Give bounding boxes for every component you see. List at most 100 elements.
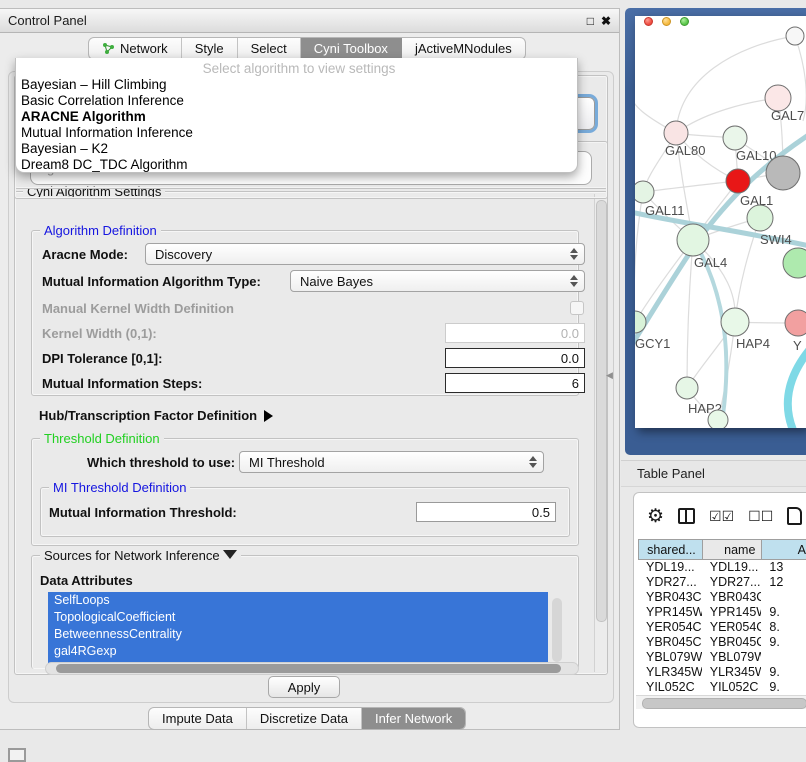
network-node-hap2[interactable] [676, 377, 698, 399]
network-node-gal80[interactable] [664, 121, 688, 145]
attribute-list-item[interactable]: BetweennessCentrality [48, 626, 548, 643]
cyni-bottom-tabs: Impute DataDiscretize DataInfer Network [148, 707, 466, 730]
table-row[interactable]: YDR27...YDR27...12 [638, 575, 806, 590]
bottom-tab-discretize-data[interactable]: Discretize Data [247, 708, 362, 729]
mi-threshold-group: MI Threshold Definition Mutual Informati… [40, 487, 570, 537]
mi-type-combobox[interactable]: Naive Bayes [290, 270, 585, 292]
apply-button[interactable]: Apply [268, 676, 340, 698]
network-node-y[interactable] [785, 310, 806, 336]
hub-definition-toggle[interactable]: Hub/Transcription Factor Definition [39, 408, 273, 423]
table-row[interactable]: YDL19...YDL19...13 [638, 560, 806, 575]
settings-vertical-scrollbar[interactable] [594, 194, 607, 672]
tab-jactivemnodules[interactable]: jActiveMNodules [402, 38, 525, 59]
mi-steps-field[interactable] [445, 373, 585, 393]
list-vertical-scrollbar[interactable] [552, 598, 562, 662]
select-all-checkboxes-icon[interactable]: ☑☑ [709, 508, 734, 525]
close-window-icon[interactable] [644, 17, 653, 26]
node-label: GAL11 [645, 203, 685, 218]
sources-group-title[interactable]: Sources for Network Inference [40, 548, 241, 563]
node-label: GAL7 [771, 108, 804, 123]
settings-horizontal-scrollbar[interactable] [45, 662, 579, 675]
column-header[interactable]: name [702, 539, 762, 560]
algorithm-dropdown-popup: Select algorithm to view settings Bayesi… [15, 58, 578, 173]
table-horizontal-scrollbar[interactable] [636, 695, 806, 709]
network-node[interactable] [786, 27, 804, 45]
network-node[interactable] [783, 248, 806, 278]
node-label: SWI4 [760, 232, 792, 247]
table-row[interactable]: YER054CYER054C8. [638, 620, 806, 635]
network-graph[interactable]: GAL7GAL80GAL10GAL1GAL11SWI4GAL4GCY1HAP4Y… [635, 16, 806, 428]
network-node[interactable] [766, 156, 800, 190]
table-row[interactable]: YBL079WYBL079W [638, 650, 806, 665]
tab-network[interactable]: Network [89, 38, 182, 59]
bottom-tab-infer-network[interactable]: Infer Network [362, 708, 465, 729]
network-node-gal4[interactable] [677, 224, 709, 256]
table-cell [761, 650, 806, 665]
data-attributes-list[interactable]: SelfLoopsTopologicalCoefficientBetweenne… [48, 592, 548, 669]
dropdown-item[interactable]: Bayesian – K2 [16, 141, 577, 157]
panel-splitter-arrow[interactable]: ◀ [606, 370, 613, 381]
network-canvas[interactable]: GAL7GAL80GAL10GAL1GAL11SWI4GAL4GCY1HAP4Y… [635, 16, 806, 428]
dropdown-item[interactable]: ARACNE Algorithm [16, 109, 577, 125]
document-icon[interactable] [787, 507, 802, 525]
kernel-width-field[interactable] [445, 323, 585, 343]
dpi-tolerance-field[interactable] [445, 348, 585, 368]
table-row[interactable]: YIL052CYIL052C9. [638, 680, 806, 695]
expand-right-icon [264, 410, 273, 422]
which-threshold-combobox[interactable]: MI Threshold [239, 451, 544, 473]
table-cell [761, 590, 806, 605]
mi-steps-label: Mutual Information Steps: [42, 376, 202, 391]
float-panel-icon[interactable]: □ [587, 15, 594, 27]
node-label: GAL80 [665, 143, 705, 158]
vertical-scroll-thumb[interactable] [596, 200, 607, 622]
table-row[interactable]: YBR043CYBR043C [638, 590, 806, 605]
column-header[interactable]: A [761, 539, 806, 560]
network-node[interactable] [708, 410, 728, 428]
attribute-list-item[interactable]: SelfLoops [48, 592, 548, 609]
table-cell: YBL079W [638, 650, 702, 665]
manual-kernel-checkbox[interactable] [570, 301, 584, 315]
tab-style[interactable]: Style [182, 38, 238, 59]
dropdown-item[interactable]: Mutual Information Inference [16, 125, 577, 141]
dropdown-item[interactable]: Bayesian – Hill Climbing [16, 77, 577, 93]
table-row[interactable]: YLR345WYLR345W9. [638, 665, 806, 680]
aracne-mode-combobox[interactable]: Discovery [145, 243, 585, 265]
minimize-window-icon[interactable] [662, 17, 671, 26]
floating-panel-icon[interactable] [8, 748, 26, 762]
mi-threshold-group-title: MI Threshold Definition [49, 480, 190, 495]
column-header[interactable]: shared... [638, 539, 702, 560]
deselect-all-checkboxes-icon[interactable]: ☐☐ [748, 508, 773, 525]
attribute-list-item[interactable]: gal4RGexp [48, 643, 548, 660]
table-row[interactable]: YBR045CYBR045C9. [638, 635, 806, 650]
control-panel-window: Control Panel □ ✖ NetworkStyleSelectCyni… [0, 8, 620, 730]
network-node-gal1[interactable] [726, 169, 750, 193]
gear-icon[interactable]: ⚙ [647, 507, 664, 526]
threshold-definition-group: Threshold Definition Which threshold to … [31, 438, 579, 546]
close-panel-icon[interactable]: ✖ [601, 15, 611, 27]
table-cell: YBR045C [702, 635, 762, 650]
bottom-tab-impute-data[interactable]: Impute Data [149, 708, 247, 729]
mi-threshold-field[interactable] [416, 502, 556, 522]
network-node-gal11[interactable] [635, 181, 654, 203]
horizontal-scroll-thumb[interactable] [56, 664, 561, 673]
tab-cyni-toolbox[interactable]: Cyni Toolbox [301, 38, 402, 59]
table-cell: YPR145W [702, 605, 762, 620]
table-cell: YDL19... [638, 560, 702, 575]
network-node-gcy1[interactable] [635, 311, 646, 333]
algorithm-definition-group: Algorithm Definition Aracne Mode: Discov… [31, 230, 579, 396]
table-cell: YDR27... [638, 575, 702, 590]
table-toolbar: ⚙ ☑☑ ☐☐ [634, 493, 806, 539]
tab-select[interactable]: Select [238, 38, 301, 59]
network-node-hap4[interactable] [721, 308, 749, 336]
table-hscroll-thumb[interactable] [642, 698, 806, 709]
zoom-window-icon[interactable] [680, 17, 689, 26]
network-view-window[interactable]: GAL7GAL80GAL10GAL1GAL11SWI4GAL4GCY1HAP4Y… [625, 8, 806, 455]
attribute-list-item[interactable]: TopologicalCoefficient [48, 609, 548, 626]
algorithm-definition-title: Algorithm Definition [40, 223, 161, 238]
dropdown-item[interactable]: Dream8 DC_TDC Algorithm [16, 157, 577, 173]
network-node-swi4[interactable] [747, 205, 773, 231]
columns-icon[interactable] [678, 508, 695, 524]
network-node-gal10[interactable] [723, 126, 747, 150]
dropdown-item[interactable]: Basic Correlation Inference [16, 93, 577, 109]
table-row[interactable]: YPR145WYPR145W9. [638, 605, 806, 620]
